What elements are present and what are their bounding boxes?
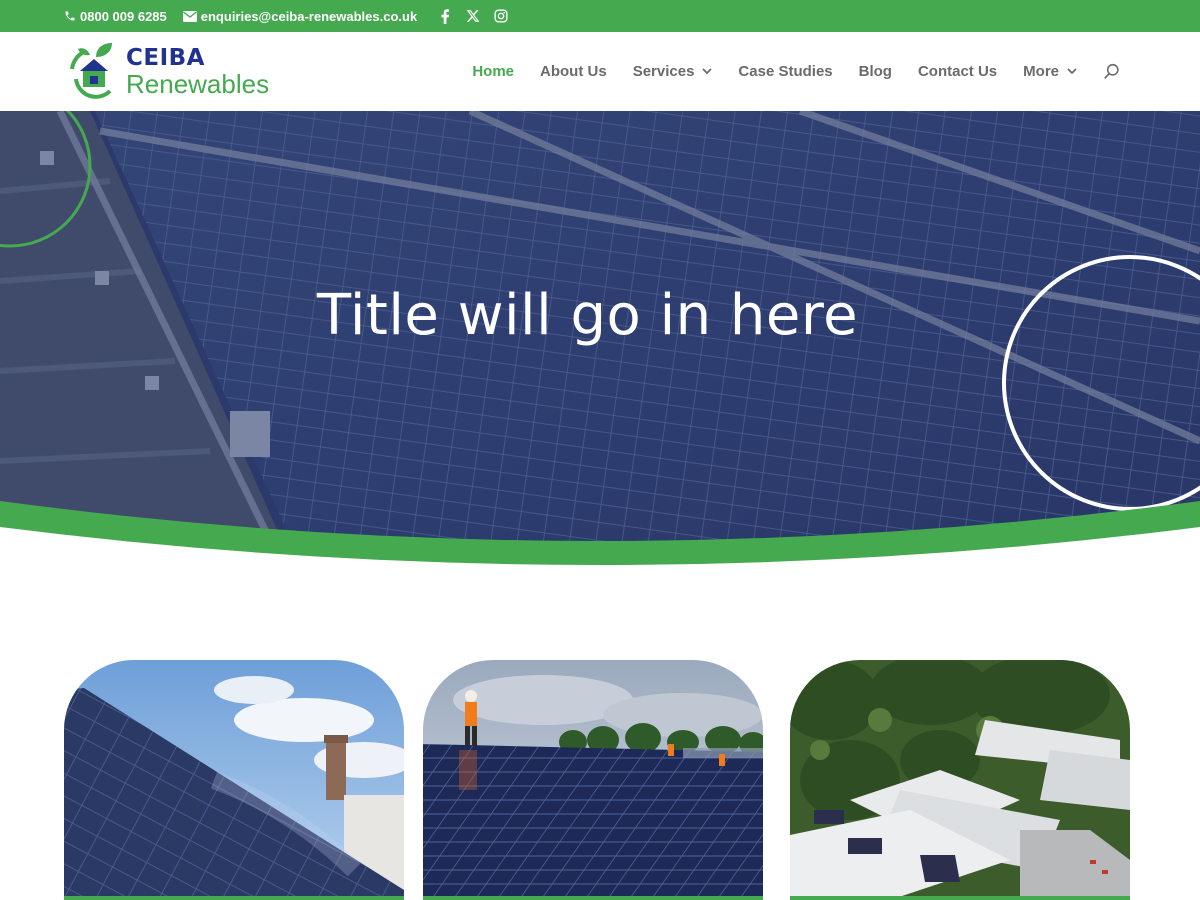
nav-item-blog[interactable]: Blog [859,63,892,80]
house-leaf-logo-icon [70,43,112,99]
nav-label: Services [632,63,695,80]
nav-item-more[interactable]: More [1023,63,1077,80]
hero-title: Title will go in here [316,283,859,348]
nav-item-about-us[interactable]: About Us [540,63,607,80]
service-card[interactable] [790,660,1130,900]
social-links [435,6,519,26]
nav-label: About Us [540,63,607,80]
solar-roof-residential-image [64,660,404,900]
nav-label: Contact Us [917,63,998,80]
nav-label: Home [472,63,515,80]
service-cards [64,660,1130,900]
card-accent-bar [64,896,404,900]
site-logo[interactable]: CEIBA Renewables [66,40,276,104]
nav-item-case-studies[interactable]: Case Studies [738,63,832,80]
logo-text-renewables: Renewables [126,69,270,99]
nav-label: More [1023,63,1059,80]
email-address: enquiries@ceiba-renewables.co.uk [200,8,418,24]
site-header: CEIBA Renewables Home About Us Services … [0,32,1200,111]
instagram-icon[interactable] [491,6,511,26]
x-icon[interactable] [463,6,483,26]
envelope-icon [182,10,197,22]
search-icon[interactable] [1103,63,1120,80]
top-contact-bar: 0800 009 6285 enquiries@ceiba-renewables… [0,0,1200,32]
chevron-down-icon [1067,68,1077,75]
logo-text-ceiba: CEIBA [126,45,205,71]
service-card[interactable] [423,660,763,900]
service-card[interactable] [64,660,404,900]
main-navigation: Home About Us Services Case Studies Blog… [446,32,1120,111]
phone-icon [65,11,75,21]
chevron-down-icon [702,68,713,75]
nav-item-services[interactable]: Services [633,63,713,80]
card-accent-bar [790,896,1130,900]
aerial-industrial-buildings-image [790,660,1130,900]
nav-label: Case Studies [738,63,833,80]
nav-label: Blog [858,63,892,80]
nav-item-home[interactable]: Home [472,63,514,80]
card-accent-bar [423,896,763,900]
phone-link[interactable]: 0800 009 6285 [64,9,167,24]
workers-on-solar-roof-image [423,660,763,900]
hero-banner: Title will go in here [0,111,1200,581]
email-link[interactable]: enquiries@ceiba-renewables.co.uk [182,8,418,24]
phone-number: 0800 009 6285 [80,8,167,24]
nav-item-contact-us[interactable]: Contact Us [918,63,997,80]
facebook-icon[interactable] [435,6,455,26]
